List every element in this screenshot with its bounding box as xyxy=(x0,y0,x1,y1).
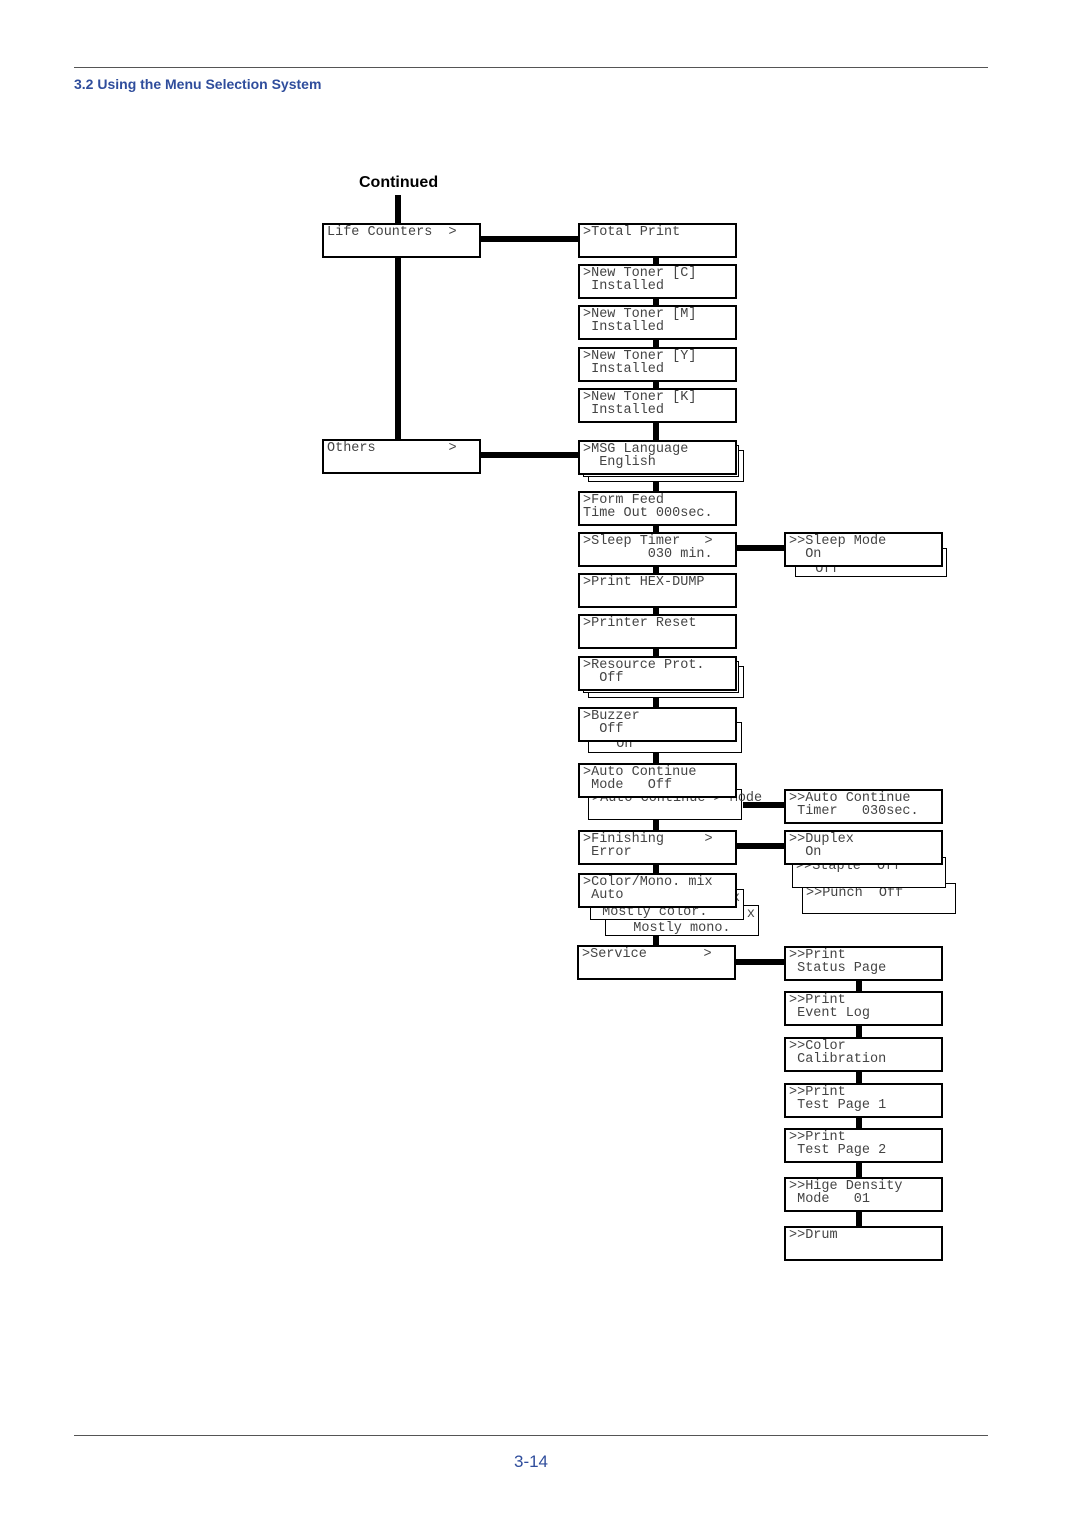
menu-auto-continue-timer: >>Auto Continue Timer 030sec. xyxy=(784,789,943,824)
connector xyxy=(733,843,785,849)
menu-text: Event Log xyxy=(789,1005,871,1021)
menu-new-toner-m: >New Toner [M] Installed xyxy=(578,305,737,340)
menu-text: Off xyxy=(583,721,624,737)
menu-text: Life Counters > xyxy=(327,225,457,240)
menu-text: Time Out 000sec. xyxy=(583,505,713,521)
menu-text: Installed xyxy=(583,361,665,377)
menu-text: On xyxy=(789,546,822,562)
menu-text: On xyxy=(789,844,822,860)
connector xyxy=(477,236,579,242)
menu-text: >Total Print xyxy=(583,225,681,240)
menu-text: Installed xyxy=(583,278,665,294)
manual-page: 3.2 Using the Menu Selection System Cont… xyxy=(0,0,1080,1528)
menu-print-hex-dump: >Print HEX-DUMP xyxy=(578,573,737,608)
menu-text: >Service > xyxy=(582,947,712,962)
menu-buzzer: >Buzzer Off xyxy=(578,707,737,742)
menu-text: >>Punch xyxy=(806,886,863,901)
menu-finishing-error: >Finishing > Error xyxy=(578,830,737,865)
menu-text: English xyxy=(583,454,656,470)
connector xyxy=(732,959,785,965)
menu-others: Others > xyxy=(322,439,481,474)
menu-text: Installed xyxy=(583,319,665,335)
header-rule xyxy=(74,67,988,68)
menu-duplex: >>Duplex On xyxy=(784,830,943,865)
menu-text: >>Drum xyxy=(789,1228,838,1243)
menu-text: Installed xyxy=(583,402,665,418)
menu-text: Mode Off xyxy=(583,777,673,793)
menu-life-counters: Life Counters > xyxy=(322,223,481,258)
menu-text: Auto xyxy=(583,887,624,903)
menu-text: Calibration xyxy=(789,1051,887,1067)
menu-total-print: >Total Print xyxy=(578,223,737,258)
menu-auto-continue: >Auto Continue Mode Off xyxy=(578,763,737,798)
menu-print-test-page-1: >>Print Test Page 1 xyxy=(784,1083,943,1118)
menu-print-status-page: >>Print Status Page xyxy=(784,946,943,981)
menu-text: Test Page 1 xyxy=(789,1097,887,1113)
menu-text: >Print HEX-DUMP xyxy=(583,575,705,590)
menu-text: Mode 01 xyxy=(789,1191,871,1207)
menu-text: Others > xyxy=(327,441,457,456)
menu-new-toner-y: >New Toner [Y] Installed xyxy=(578,347,737,382)
connector xyxy=(733,545,785,551)
menu-text: Error xyxy=(583,844,632,860)
connector xyxy=(477,452,579,458)
menu-text: Off xyxy=(862,886,904,901)
menu-text: Status Page xyxy=(789,960,887,976)
menu-msg-language: >MSG Language English xyxy=(578,440,737,475)
menu-new-toner-c: >New Toner [C] Installed xyxy=(578,264,737,299)
menu-resource-prot: >Resource Prot. Off xyxy=(578,656,737,691)
menu-text: >Printer Reset xyxy=(583,616,697,631)
continued-label: Continued xyxy=(359,174,439,191)
menu-color-mono-mix: >Color/Mono. mix Auto xyxy=(578,873,737,908)
menu-text: x xyxy=(746,907,755,922)
page-number: 3-14 xyxy=(513,1452,549,1471)
menu-text: Mostly mono. xyxy=(609,921,731,936)
menu-print-test-page-2: >>Print Test Page 2 xyxy=(784,1128,943,1163)
menu-text: Timer 030sec. xyxy=(789,803,919,819)
menu-drum: >>Drum xyxy=(784,1226,943,1261)
menu-text: 030 min. xyxy=(583,546,713,562)
menu-text: Off xyxy=(583,670,624,686)
section-title: 3.2 Using the Menu Selection System xyxy=(74,76,322,92)
menu-sleep-timer: >Sleep Timer > 030 min. xyxy=(578,532,737,567)
menu-print-event-log: >>Print Event Log xyxy=(784,991,943,1026)
menu-sleep-mode: >>Sleep Mode On xyxy=(784,532,943,567)
menu-new-toner-k: >New Toner [K] Installed xyxy=(578,388,737,423)
menu-hige-density-mode: >>Hige Density Mode 01 xyxy=(784,1177,943,1212)
menu-text: Test Page 2 xyxy=(789,1142,887,1158)
menu-printer-reset: >Printer Reset xyxy=(578,614,737,649)
menu-service: >Service > xyxy=(577,945,736,980)
menu-color-calibration: >>Color Calibration xyxy=(784,1037,943,1072)
menu-form-feed: >Form Feed Time Out 000sec. xyxy=(578,491,737,526)
footer-rule xyxy=(74,1435,988,1436)
